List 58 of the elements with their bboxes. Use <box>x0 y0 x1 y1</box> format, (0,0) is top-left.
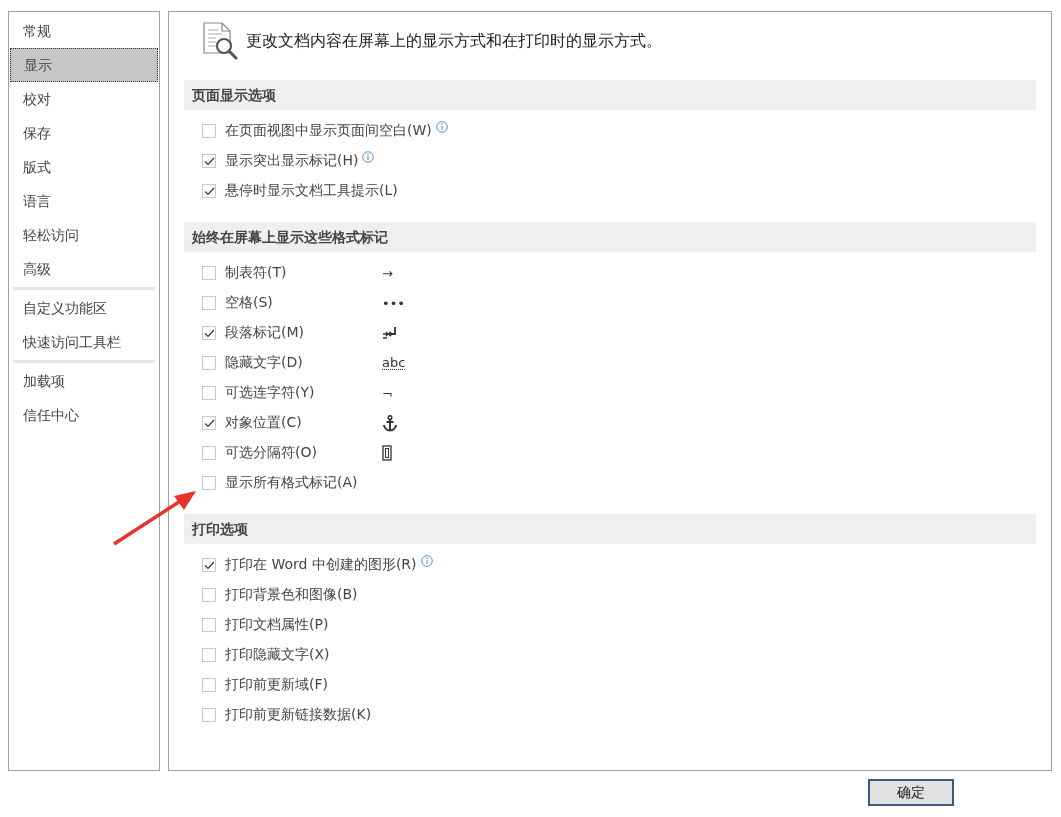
option-label[interactable]: 悬停时显示文档工具提示(L) <box>225 182 398 200</box>
category-item[interactable]: 显示 <box>10 48 158 82</box>
category-item[interactable]: 加载项 <box>10 364 158 398</box>
checkbox[interactable] <box>202 184 216 198</box>
category-item[interactable]: 高级 <box>10 252 158 286</box>
checkbox[interactable] <box>202 154 216 168</box>
option-label[interactable]: 显示突出显示标记(H) <box>225 152 359 170</box>
option-label[interactable]: 打印在 Word 中创建的图形(R) <box>225 556 417 574</box>
section-header: 始终在屏幕上显示这些格式标记 <box>184 222 1036 252</box>
checkbox[interactable] <box>202 356 216 370</box>
format-mark-symbol: ••• <box>382 295 405 311</box>
checkbox[interactable] <box>202 296 216 310</box>
checkbox[interactable] <box>202 648 216 662</box>
section-header: 打印选项 <box>184 514 1036 544</box>
option-label[interactable]: 打印前更新链接数据(K) <box>225 706 372 724</box>
category-item[interactable]: 语言 <box>10 184 158 218</box>
paragraph-mark-icon <box>382 326 398 340</box>
checkbox[interactable] <box>202 588 216 602</box>
checkbox[interactable] <box>202 708 216 722</box>
document-search-icon <box>202 22 238 60</box>
option-label[interactable]: 在页面视图中显示页面间空白(W) <box>225 122 432 140</box>
option-label[interactable]: 对象位置(C) <box>225 414 302 432</box>
section-header: 页面显示选项 <box>184 80 1036 110</box>
category-item[interactable]: 校对 <box>10 82 158 116</box>
option-label[interactable]: 隐藏文字(D) <box>225 354 303 372</box>
option-label[interactable]: 显示所有格式标记(A) <box>225 474 358 492</box>
checkbox[interactable] <box>202 678 216 692</box>
format-mark-symbol: → <box>382 265 393 281</box>
description-text: 更改文档内容在屏幕上的显示方式和在打印时的显示方式。 <box>246 30 662 52</box>
option-label[interactable]: 段落标记(M) <box>225 324 304 342</box>
category-item[interactable]: 自定义功能区 <box>10 291 158 325</box>
category-item[interactable]: 信任中心 <box>10 398 158 432</box>
category-item[interactable]: 轻松访问 <box>10 218 158 252</box>
category-item[interactable]: 保存 <box>10 116 158 150</box>
anchor-icon <box>382 414 398 432</box>
checkbox[interactable] <box>202 386 216 400</box>
option-label[interactable]: 制表符(T) <box>225 264 287 282</box>
checkbox[interactable] <box>202 326 216 340</box>
category-item[interactable]: 版式 <box>10 150 158 184</box>
checkbox[interactable] <box>202 618 216 632</box>
separator-mark-icon <box>382 445 392 461</box>
checkbox[interactable] <box>202 124 216 138</box>
checkbox[interactable] <box>202 266 216 280</box>
category-item[interactable]: 常规 <box>10 14 158 48</box>
option-label[interactable]: 打印前更新域(F) <box>225 676 328 694</box>
checkbox[interactable] <box>202 446 216 460</box>
category-item[interactable]: 快速访问工具栏 <box>10 325 158 359</box>
option-label[interactable]: 打印隐藏文字(X) <box>225 646 330 664</box>
option-label[interactable]: 可选连字符(Y) <box>225 384 315 402</box>
checkbox[interactable] <box>202 476 216 490</box>
format-mark-symbol: ¬ <box>382 385 393 401</box>
checkbox[interactable] <box>202 558 216 572</box>
option-label[interactable]: 空格(S) <box>225 294 273 312</box>
ok-button[interactable]: 确定 <box>868 779 954 806</box>
option-label[interactable]: 打印文档属性(P) <box>225 616 329 634</box>
option-label[interactable]: 可选分隔符(O) <box>225 444 317 462</box>
checkbox[interactable] <box>202 416 216 430</box>
option-label[interactable]: 打印背景色和图像(B) <box>225 586 358 604</box>
